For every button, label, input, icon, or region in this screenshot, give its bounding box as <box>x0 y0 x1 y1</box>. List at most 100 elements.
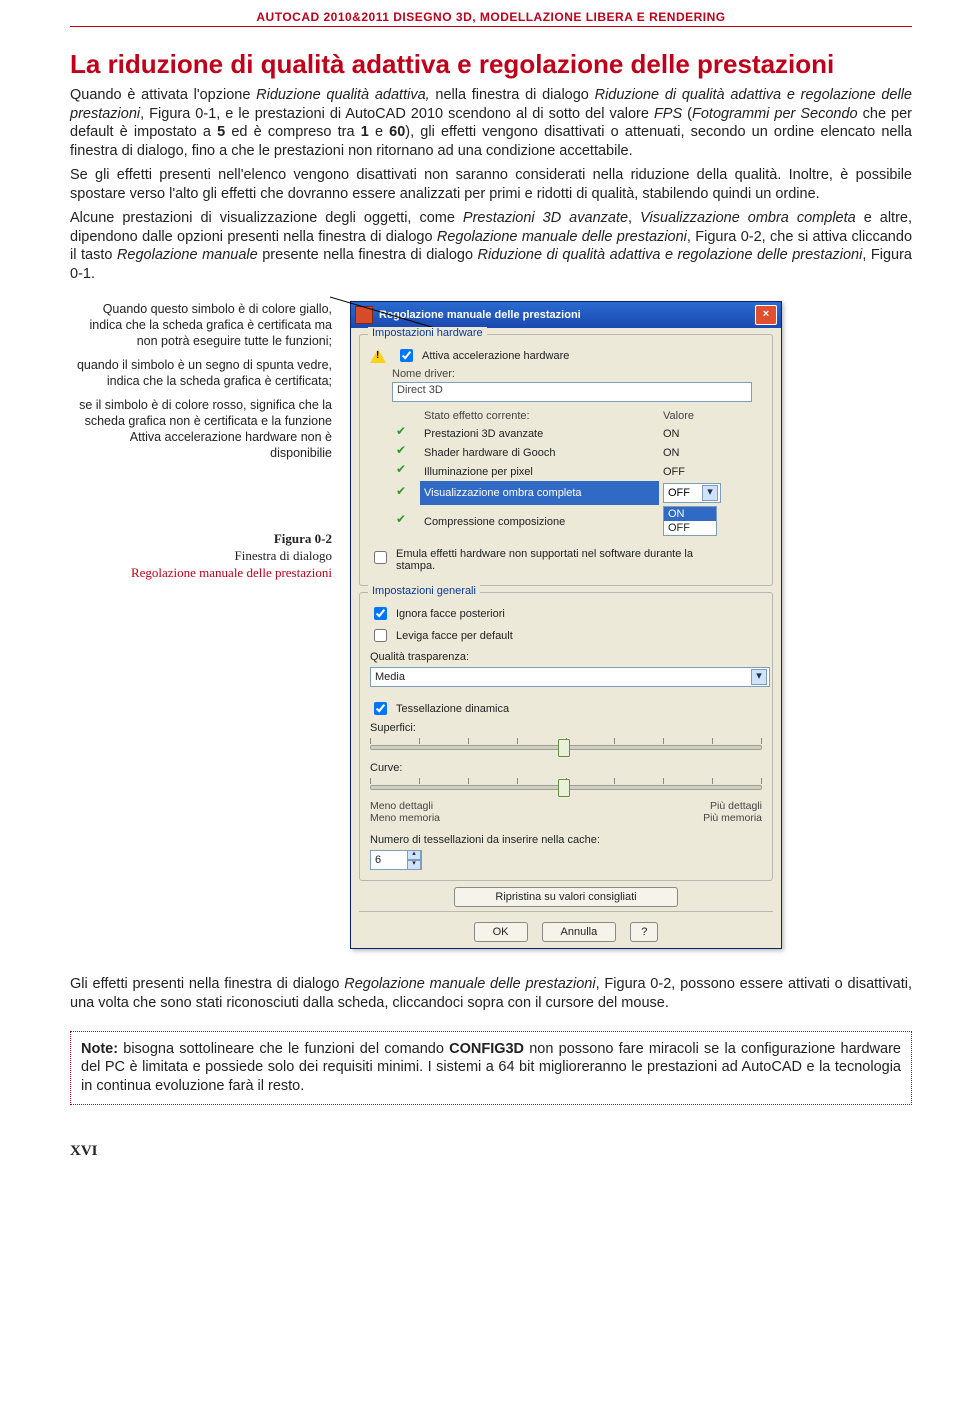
slider-thumb[interactable] <box>558 739 570 757</box>
group-label: Impostazioni generali <box>368 585 480 597</box>
text: nella finestra di dialogo <box>430 87 595 103</box>
text: bisogna sottolineare che le funzioni del… <box>118 1041 449 1057</box>
slider-surfaces[interactable] <box>370 736 762 756</box>
spinner-up-icon[interactable]: ▴ <box>407 850 421 860</box>
text: ( <box>682 106 692 122</box>
checkbox-label: Ignora facce posteriori <box>396 608 505 620</box>
annotation-green: quando il simbolo è un segno di spunta v… <box>70 357 332 389</box>
row-name: Visualizzazione ombra completa <box>420 481 659 505</box>
paragraph-1: Quando è attivata l'opzione Riduzione qu… <box>70 86 912 160</box>
table-row[interactable]: Illuminazione per pixel OFF <box>392 462 752 481</box>
driver-name-field[interactable]: Direct 3D <box>392 382 752 402</box>
dropdown-option[interactable]: OFF <box>664 521 716 535</box>
slider-curves[interactable] <box>370 776 762 796</box>
paragraph-2: Se gli effetti presenti nell'elenco veng… <box>70 166 912 203</box>
text-bold: 5 <box>217 124 225 140</box>
figure-title-line1: Finestra di dialogo <box>235 548 333 563</box>
cancel-button[interactable]: Annulla <box>542 922 617 942</box>
row-name: Shader hardware di Gooch <box>420 443 659 462</box>
text-italic: FPS <box>654 106 682 122</box>
row-value: ON <box>659 424 752 443</box>
hardware-table: Stato effetto corrente: Valore Prestazio… <box>392 408 752 538</box>
table-row-selected[interactable]: Visualizzazione ombra completa OFF ▾ <box>392 481 752 505</box>
col-header-state: Stato effetto corrente: <box>420 408 659 424</box>
more-detail-label: Più dettagli <box>703 800 762 812</box>
text-italic: Riduzione di qualità adattiva e regolazi… <box>478 247 863 263</box>
dialog-window: Regolazione manuale delle prestazioni × … <box>350 301 782 949</box>
text-italic: Prestazioni 3D avanzate <box>463 210 628 226</box>
text-italic: Fotogrammi per Secondo <box>692 106 858 122</box>
row-value: ON <box>659 443 752 462</box>
slider-label-curves: Curve: <box>370 762 762 774</box>
close-icon[interactable]: × <box>755 305 777 325</box>
text-bold: CONFIG3D <box>449 1041 524 1057</box>
annotation-yellow: Quando questo simbolo è di colore giallo… <box>70 301 332 349</box>
text-italic: Visualizzazione ombra completa <box>640 210 856 226</box>
driver-label: Nome driver: <box>392 368 762 380</box>
dropdown-menu[interactable]: ON OFF <box>663 506 717 536</box>
figure-number: Figura 0-2 <box>274 531 332 546</box>
checkbox-label: Leviga facce per default <box>396 630 513 642</box>
dropdown-value: OFF <box>668 487 690 499</box>
chevron-down-icon[interactable]: ▾ <box>702 485 718 501</box>
check-icon <box>396 426 408 438</box>
side-annotation: Quando questo simbolo è di colore giallo… <box>70 301 332 582</box>
table-row[interactable]: Prestazioni 3D avanzate ON <box>392 424 752 443</box>
text-italic: Regolazione manuale delle prestazioni <box>344 976 595 992</box>
checkbox-tess[interactable] <box>374 702 387 715</box>
col-header-value: Valore <box>659 408 752 424</box>
page-number: XVI <box>70 1143 912 1160</box>
reset-button[interactable]: Ripristina su valori consigliati <box>454 887 677 907</box>
more-memory-label: Più memoria <box>703 812 762 824</box>
slider-endpoint-labels: Meno dettagli Meno memoria Più dettagli … <box>370 800 762 824</box>
ok-button[interactable]: OK <box>474 922 528 942</box>
cache-label: Numero di tessellazioni da inserire nell… <box>370 834 762 846</box>
checkbox-smooth[interactable] <box>374 629 387 642</box>
check-icon <box>396 514 408 526</box>
group-hardware: Impostazioni hardware Attiva accelerazio… <box>359 334 773 586</box>
paragraph-3: Alcune prestazioni di visualizzazione de… <box>70 209 912 283</box>
check-icon <box>396 464 408 476</box>
chevron-down-icon[interactable]: ▾ <box>751 669 767 685</box>
warning-icon <box>370 349 386 363</box>
checkbox-emulate[interactable] <box>374 551 387 564</box>
checkbox-ignore[interactable] <box>374 607 387 620</box>
checkbox-label: Tessellazione dinamica <box>396 703 509 715</box>
annotation-red: se il simbolo è di colore rosso, signifi… <box>70 397 332 461</box>
row-name: Illuminazione per pixel <box>420 462 659 481</box>
slider-thumb[interactable] <box>558 779 570 797</box>
text: ed è compreso tra <box>225 124 361 140</box>
text: Quando è attivata l'opzione <box>70 87 256 103</box>
dropdown-value: Media <box>375 671 405 683</box>
text-italic: Regolazione manuale delle prestazioni <box>437 229 687 245</box>
transparency-label: Qualità trasparenza: <box>370 651 762 663</box>
cache-spinner[interactable]: 6 ▴▾ <box>370 850 422 870</box>
value-dropdown[interactable]: OFF ▾ <box>663 483 721 503</box>
text: presente nella finestra di dialogo <box>258 247 478 263</box>
text: Gli effetti presenti nella finestra di d… <box>70 976 344 992</box>
help-button[interactable]: ? <box>630 922 658 942</box>
text: e <box>369 124 389 140</box>
dropdown-option[interactable]: ON <box>664 507 716 521</box>
spinner-value: 6 <box>371 854 407 866</box>
check-icon <box>396 486 408 498</box>
note-label: Note: <box>81 1041 118 1057</box>
text-bold: 1 <box>361 124 369 140</box>
row-name: Compressione composizione <box>420 505 659 538</box>
checkbox-label: Attiva accelerazione hardware <box>422 350 569 362</box>
transparency-dropdown[interactable]: Media ▾ <box>370 667 770 687</box>
slider-label-surfaces: Superfici: <box>370 722 762 734</box>
check-icon <box>396 445 408 457</box>
table-row[interactable]: Shader hardware di Gooch ON <box>392 443 752 462</box>
text-italic: Riduzione qualità adattiva, <box>256 87 430 103</box>
text: , Figura 0-1, e le prestazioni di AutoCA… <box>140 106 654 122</box>
row-name: Prestazioni 3D avanzate <box>420 424 659 443</box>
group-label: Impostazioni hardware <box>368 327 487 339</box>
table-row[interactable]: Compressione composizione ON OFF <box>392 505 752 538</box>
running-header: AUTOCAD 2010&2011 DISEGNO 3D, MODELLAZIO… <box>70 10 912 27</box>
spinner-down-icon[interactable]: ▾ <box>407 860 421 870</box>
less-memory-label: Meno memoria <box>370 812 440 824</box>
group-general: Impostazioni generali Ignora facce poste… <box>359 592 773 881</box>
checkbox-accel[interactable] <box>400 349 413 362</box>
checkbox-label: Emula effetti hardware non supportati ne… <box>396 548 716 572</box>
